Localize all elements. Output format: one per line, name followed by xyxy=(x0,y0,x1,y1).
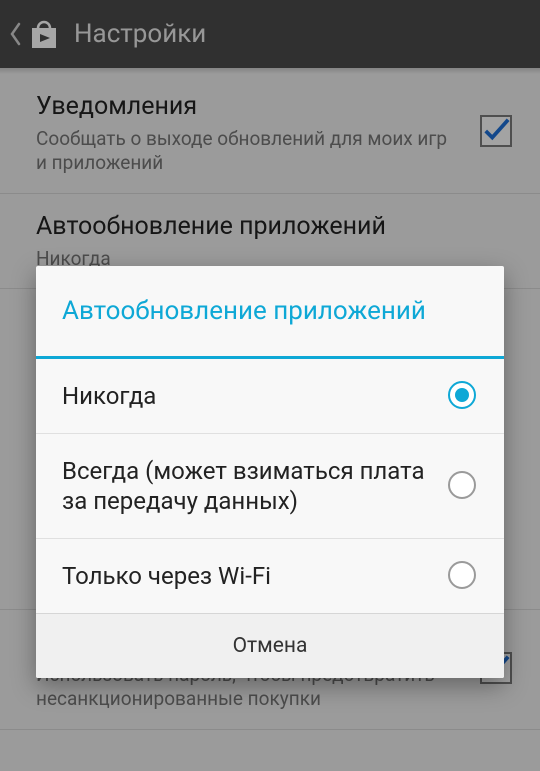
option-label: Только через Wi-Fi xyxy=(62,561,448,591)
option-label: Всегда (может взиматься плата за передач… xyxy=(62,456,448,516)
option-never[interactable]: Никогда xyxy=(36,359,504,434)
auto-update-dialog: Автообновление приложений Никогда Всегда… xyxy=(36,266,504,678)
radio-icon xyxy=(448,561,478,591)
option-wifi-only[interactable]: Только через Wi-Fi xyxy=(36,539,504,613)
dialog-title: Автообновление приложений xyxy=(36,266,504,356)
radio-icon xyxy=(448,381,478,411)
option-label: Никогда xyxy=(62,381,448,411)
radio-icon xyxy=(448,471,478,501)
cancel-button[interactable]: Отмена xyxy=(36,614,504,678)
dialog-options: Никогда Всегда (может взиматься плата за… xyxy=(36,359,504,613)
option-always[interactable]: Всегда (может взиматься плата за передач… xyxy=(36,434,504,539)
dialog-button-bar: Отмена xyxy=(36,613,504,678)
